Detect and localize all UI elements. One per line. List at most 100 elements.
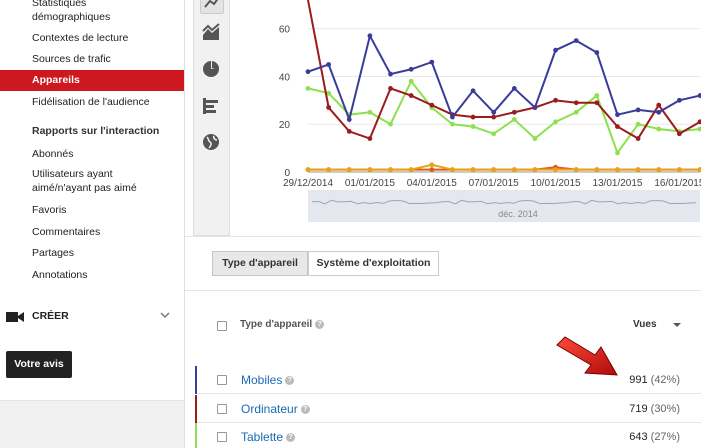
data-point [573,109,579,115]
data-point [553,119,558,125]
data-point [594,93,600,98]
views-count: 719 [629,403,648,415]
sidebar-item-shares[interactable]: Partages [0,246,184,260]
data-point [594,167,600,173]
sidebar-item-traffic-sources[interactable]: Sources de trafic [0,52,184,66]
row-checkbox[interactable] [217,432,227,442]
sidebar-item-label: Favoris [32,204,67,216]
sidebar-item-label: Sources de trafic [32,53,111,65]
data-point [676,131,682,137]
data-point [470,88,476,94]
sidebar-item-demographics[interactable]: Statistiques démographiques [0,0,184,24]
sidebar-item-audience-retention[interactable]: Fidélisation de l'audience [0,95,184,109]
data-point [615,150,620,156]
column-header-device-type[interactable]: Type d'appareil? [240,319,325,330]
column-header-label: Type d'appareil [240,319,313,330]
data-point [450,114,455,120]
sidebar-item-label: Abonnés [32,148,74,160]
views-percent: (27%) [650,431,680,443]
data-point [367,33,373,39]
map-chart-button[interactable] [200,131,224,155]
select-all-checkbox[interactable] [217,321,227,331]
data-point [326,62,332,67]
data-point [346,117,352,122]
sidebar-item-label: Utilisateurs ayant aimé/n'ayant pas aimé [32,168,137,194]
divider [185,236,701,237]
chart-area: 0 20 40 60 29/12/2014 01/01/2015 04/01/2015 07/… [230,0,701,236]
sidebar-item-likes-dislikes[interactable]: Utilisateurs ayant aimé/n'ayant pas aimé [0,167,184,195]
column-header-views[interactable]: Vues [633,319,657,330]
sidebar-item-subscribers[interactable]: Abonnés [0,147,184,161]
data-point [697,126,701,132]
row-label-tablette[interactable]: Tablette? [241,430,296,444]
data-point [470,114,476,120]
sidebar-item-annotations[interactable]: Annotations [0,268,184,282]
chart-type-toolbar [193,0,230,236]
bar-chart-button[interactable] [200,95,224,119]
data-point [388,121,393,127]
data-point [367,136,373,141]
sidebar-item-devices[interactable]: Appareils [0,70,184,91]
line-chart-button[interactable] [200,0,224,14]
help-icon[interactable]: ? [300,405,310,415]
views-percent: (42%) [650,374,680,386]
tab-operating-system[interactable]: Système d'exploitation [308,251,439,276]
data-point [676,97,682,103]
sidebar-footer [0,400,184,448]
sidebar-item-label: Contextes de lecture [32,32,129,44]
data-point [532,167,538,173]
x-tick-label: 16/01/2015 [654,178,701,189]
line-chart[interactable]: 020406029/12/2014 01/01/2015 04/01/2015 07/… [230,0,701,236]
overview-date-label: déc. 2014 [498,209,538,219]
row-checkbox[interactable] [217,404,227,414]
data-point [470,167,476,173]
help-icon[interactable]: ? [286,433,296,443]
data-point [367,109,373,115]
data-point [532,136,538,141]
data-point [305,85,311,91]
sidebar-item-playback-locations[interactable]: Contextes de lecture [0,31,184,45]
data-point [615,124,620,130]
data-point [450,167,455,173]
data-point [429,59,435,65]
y-tick-label: 60 [279,25,291,36]
row-checkbox[interactable] [217,375,227,385]
data-point [573,167,579,173]
data-point [305,167,311,173]
tab-device-type[interactable]: Type d'appareil [212,251,308,276]
data-point [326,105,332,110]
data-point [656,109,662,115]
data-point [594,50,600,55]
help-icon[interactable]: ? [285,376,295,386]
data-point [635,107,641,113]
row-label-ordinateur[interactable]: Ordinateur? [241,402,310,416]
sidebar-item-comments[interactable]: Commentaires [0,225,184,239]
row-views: 719 (30%) [629,403,680,415]
sidebar-item-favorites[interactable]: Favoris [0,203,184,217]
data-point [346,167,352,173]
feedback-button[interactable]: Votre avis [6,351,72,378]
views-count: 643 [629,431,648,443]
x-tick-label: 07/01/2015 [469,178,519,189]
data-point [532,105,538,110]
data-point [635,121,641,127]
pie-chart-button[interactable] [200,58,224,82]
views-percent: (30%) [650,403,680,415]
sidebar: Statistiques démographiques Contextes de… [0,0,184,400]
create-section-toggle[interactable]: CRÉER [0,305,184,329]
data-point [408,66,414,72]
data-point [429,162,435,168]
area-chart-button[interactable] [200,21,224,45]
row-label-mobiles[interactable]: Mobiles? [241,373,295,387]
sort-descending-icon[interactable] [673,323,681,327]
x-tick-label: 10/01/2015 [531,178,581,189]
chevron-down-icon[interactable] [158,308,172,322]
x-tick-label: 29/12/2014 [283,178,333,189]
data-point [305,69,311,75]
data-point [615,167,620,173]
data-point [511,167,517,173]
data-point [491,167,497,173]
series-line [307,79,701,156]
help-icon[interactable]: ? [315,319,325,329]
x-tick-label: 01/01/2015 [345,178,395,189]
